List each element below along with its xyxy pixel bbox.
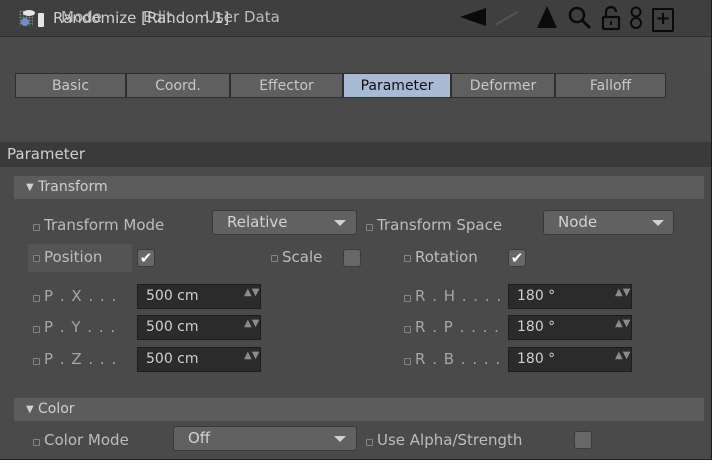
keyframe-dot-icon[interactable] xyxy=(33,224,40,231)
rotation-h-field[interactable]: 180 ° xyxy=(508,284,632,309)
use-alpha-strength-label: Use Alpha/Strength xyxy=(377,431,523,449)
position-z-field[interactable]: 500 cm xyxy=(137,347,261,372)
spinner-icon[interactable]: ▲▼ xyxy=(615,288,630,298)
scale-checkbox[interactable] xyxy=(343,249,361,267)
keyframe-dot-icon[interactable] xyxy=(271,255,278,262)
color-mode-label: Color Mode xyxy=(44,431,129,449)
keyframe-dot-icon[interactable] xyxy=(404,295,411,302)
keyframe-dot-icon[interactable] xyxy=(404,255,411,262)
scale-label: Scale xyxy=(282,248,323,266)
arrow-up-icon[interactable] xyxy=(537,6,557,28)
keyframe-dot-icon[interactable] xyxy=(33,295,40,302)
random-effector-icon xyxy=(21,10,44,27)
search-icon[interactable] xyxy=(567,5,593,31)
chevron-down-icon[interactable] xyxy=(652,220,664,226)
position-y-value: 500 cm xyxy=(146,319,199,335)
keyframe-dot-icon[interactable] xyxy=(33,358,40,365)
parameter-section-title: Parameter xyxy=(7,145,86,163)
transform-mode-label: Transform Mode xyxy=(44,216,165,234)
tab-falloff[interactable]: Falloff xyxy=(555,73,666,98)
node-icon[interactable] xyxy=(628,5,644,31)
transform-group-header[interactable] xyxy=(14,176,704,199)
arrow-left-icon[interactable] xyxy=(460,8,486,26)
keyframe-dot-icon[interactable] xyxy=(366,224,373,231)
add-panel-icon[interactable]: + xyxy=(652,8,674,32)
rotation-p-value: 180 ° xyxy=(517,319,556,335)
object-title: Randomize [Random.1] xyxy=(53,9,230,27)
keyframe-dot-icon[interactable] xyxy=(404,358,411,365)
transform-space-value: Node xyxy=(558,213,598,231)
lock-icon[interactable] xyxy=(600,5,622,31)
parameter-section-bar xyxy=(0,142,711,167)
position-y-field[interactable]: 500 cm xyxy=(137,315,261,340)
tab-deformer[interactable]: Deformer xyxy=(451,73,555,98)
keyframe-dot-icon[interactable] xyxy=(33,326,40,333)
collapse-triangle-icon[interactable]: ▼ xyxy=(26,404,34,415)
rotation-b-value: 180 ° xyxy=(517,351,556,367)
rotation-b-label: R . B . . . . xyxy=(415,350,502,368)
tab-parameter[interactable]: Parameter xyxy=(343,73,451,98)
position-label: Position xyxy=(44,248,103,266)
rotation-checkbox[interactable]: ✔ xyxy=(508,249,526,267)
transform-group-title: Transform xyxy=(38,179,108,195)
position-y-label: P . Y . . . xyxy=(44,318,117,336)
tab-basic[interactable]: Basic xyxy=(15,73,126,98)
spinner-icon[interactable]: ▲▼ xyxy=(244,351,259,361)
color-group-title: Color xyxy=(38,401,75,417)
color-group-header[interactable] xyxy=(14,398,704,421)
color-mode-value: Off xyxy=(188,429,211,447)
spinner-icon[interactable]: ▲▼ xyxy=(615,319,630,329)
position-x-field[interactable]: 500 cm xyxy=(137,284,261,309)
keyframe-dot-icon[interactable] xyxy=(404,326,411,333)
spinner-icon[interactable]: ▲▼ xyxy=(615,351,630,361)
keyframe-dot-icon[interactable] xyxy=(366,439,373,446)
color-mode-dropdown[interactable]: Off xyxy=(173,426,357,451)
chevron-down-icon[interactable] xyxy=(334,436,346,442)
spinner-icon[interactable]: ▲▼ xyxy=(244,319,259,329)
rotation-h-value: 180 ° xyxy=(517,288,556,304)
position-z-value: 500 cm xyxy=(146,351,199,367)
position-z-label: P . Z . . . xyxy=(44,350,118,368)
transform-mode-value: Relative xyxy=(227,213,288,231)
spinner-icon[interactable]: ▲▼ xyxy=(244,288,259,298)
position-checkbox[interactable]: ✔ xyxy=(137,249,155,267)
keyframe-dot-icon[interactable] xyxy=(33,255,40,262)
rotation-p-field[interactable]: 180 ° xyxy=(508,315,632,340)
tab-effector[interactable]: Effector xyxy=(230,73,343,98)
rotation-b-field[interactable]: 180 ° xyxy=(508,347,632,372)
transform-space-label: Transform Space xyxy=(377,216,503,234)
object-header xyxy=(0,37,711,71)
position-x-value: 500 cm xyxy=(146,288,199,304)
collapse-triangle-icon[interactable]: ▼ xyxy=(26,182,34,193)
tab-coord[interactable]: Coord. xyxy=(126,73,230,98)
position-x-label: P . X . . . xyxy=(44,287,118,305)
rotation-h-label: R . H . . . . xyxy=(415,287,503,305)
rotation-p-label: R . P . . . . xyxy=(415,318,500,336)
chevron-down-icon[interactable] xyxy=(334,220,346,226)
use-alpha-strength-checkbox[interactable] xyxy=(574,431,592,449)
attribute-manager-panel: Mode Edit User Data + Randomize [Random.… xyxy=(0,0,712,460)
rotation-label: Rotation xyxy=(415,248,478,266)
keyframe-dot-icon[interactable] xyxy=(33,439,40,446)
